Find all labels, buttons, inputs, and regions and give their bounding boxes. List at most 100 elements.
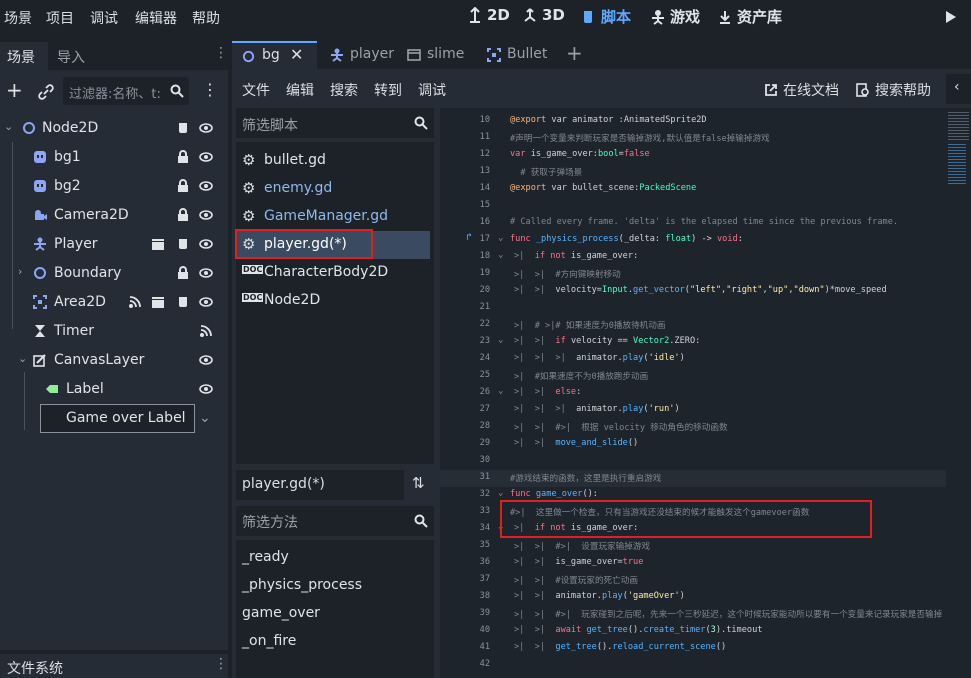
link-icon[interactable] <box>38 84 54 100</box>
assetlib-icon <box>720 10 730 24</box>
visibility-eye-icon[interactable] <box>199 121 213 135</box>
menu-debug[interactable]: 调试 <box>90 8 118 28</box>
sort-icon[interactable]: ⇅ <box>412 474 425 492</box>
rename-field[interactable]: Game over Label <box>40 404 195 433</box>
dock-menu-icon[interactable]: ⋮ <box>214 45 228 61</box>
script-item-enemy[interactable]: ⚙ enemy.gd <box>236 175 430 203</box>
clapperboard-icon[interactable] <box>151 295 165 309</box>
method-item[interactable]: game_over <box>242 605 320 621</box>
visibility-eye-icon[interactable] <box>199 208 213 222</box>
script-item-node2d[interactable]: DOC Node2D <box>236 287 430 315</box>
script-filter-input[interactable]: 筛选脚本 <box>236 108 434 138</box>
expand-arrow-icon[interactable]: › <box>18 265 22 278</box>
fold-arrow-icon[interactable]: ⌄ <box>498 335 503 345</box>
workspace-2d[interactable]: 2D <box>468 6 510 24</box>
method-item[interactable]: _physics_process <box>242 577 362 593</box>
lock-icon[interactable] <box>176 179 190 193</box>
toggle-panel-button[interactable]: ‹ <box>946 74 971 104</box>
collapse-arrow-icon[interactable]: ⌄ <box>18 352 27 365</box>
fold-arrow-icon[interactable]: ⌄ <box>498 250 503 260</box>
method-filter-placeholder: 筛选方法 <box>242 515 298 531</box>
visibility-eye-icon[interactable] <box>199 353 213 367</box>
tab-filesystem[interactable]: 文件系统 <box>7 658 63 678</box>
fold-arrow-icon[interactable]: ⌄ <box>498 386 503 396</box>
lock-icon[interactable] <box>176 208 190 222</box>
tree-node-timer[interactable]: Timer <box>0 317 224 346</box>
lock-icon[interactable] <box>176 150 190 164</box>
workspace-3d-label: 3D <box>542 6 565 24</box>
script-item-bullet[interactable]: ⚙ bullet.gd <box>236 147 430 175</box>
tree-node-game-over-label[interactable]: Game over Label ⌄ <box>0 404 224 433</box>
visibility-eye-icon[interactable] <box>199 266 213 280</box>
tree-node-player[interactable]: Player <box>0 230 224 259</box>
search-help-button[interactable]: 搜索帮助 <box>856 80 931 100</box>
signal-icon[interactable] <box>199 324 213 338</box>
script-item-gamemanager[interactable]: ⚙ GameManager.gd <box>236 203 430 231</box>
workspace-3d[interactable]: 3D <box>523 6 565 24</box>
line-number: 38 <box>479 591 490 601</box>
tree-node-bg2[interactable]: bg2 <box>0 172 224 201</box>
tab-bg[interactable]: bg ✕ <box>232 41 317 69</box>
tab-scene[interactable]: 场景 <box>0 42 48 70</box>
line-number: 19 <box>479 268 490 278</box>
menu-scene[interactable]: 场景 <box>4 8 32 28</box>
scene-options-icon[interactable]: ⋮ <box>202 80 218 99</box>
code-line-31: #游戏结束的函数，这里是执行重启游戏 <box>510 474 662 484</box>
method-filter-input[interactable]: 筛选方法 <box>236 506 434 536</box>
lock-icon[interactable] <box>176 266 190 280</box>
visibility-eye-icon[interactable] <box>199 150 213 164</box>
menu-project[interactable]: 项目 <box>46 8 74 28</box>
tab-label: bg <box>262 47 280 63</box>
script-menu-debug[interactable]: 调试 <box>418 80 446 100</box>
menu-editor[interactable]: 编辑器 <box>135 8 177 28</box>
line-number: 20 <box>479 285 490 295</box>
workspace-script[interactable]: 脚本 <box>582 6 631 27</box>
tree-node-canvaslayer[interactable]: ⌄ CanvasLayer <box>0 346 224 375</box>
play-icon[interactable] <box>945 10 957 24</box>
fold-arrow-icon[interactable]: ⌄ <box>498 233 503 243</box>
close-icon[interactable]: ✕ <box>290 45 303 64</box>
visibility-eye-icon[interactable] <box>199 382 213 396</box>
tree-node-bg1[interactable]: bg1 <box>0 143 224 172</box>
menu-help[interactable]: 帮助 <box>192 8 220 28</box>
add-tab-icon[interactable]: + <box>566 41 583 65</box>
method-item[interactable]: _ready <box>242 549 289 565</box>
fold-arrow-icon[interactable]: ⌄ <box>498 488 503 498</box>
add-node-icon[interactable]: + <box>6 78 23 102</box>
clapperboard-icon[interactable] <box>151 237 165 251</box>
workspace-assetlib[interactable]: 资产库 <box>718 6 782 27</box>
tab-slime[interactable]: slime <box>407 41 487 69</box>
camera2d-icon <box>35 210 47 220</box>
collapse-arrow-icon[interactable]: ⌄ <box>4 120 13 133</box>
script-item-characterbody2d[interactable]: DOC CharacterBody2D <box>236 259 430 287</box>
script-attached-icon[interactable] <box>176 295 190 309</box>
tree-node-label[interactable]: Label <box>0 375 224 404</box>
code-line-37: >| >| #设置玩家的死亡动画 <box>514 576 638 586</box>
visibility-eye-icon[interactable] <box>199 237 213 251</box>
tree-node-camera2d[interactable]: Camera2D <box>0 201 224 230</box>
tree-node-area2d[interactable]: Area2D <box>0 288 224 317</box>
node-filter-input[interactable]: 过滤器:名称、t: <box>63 77 189 105</box>
tab-bullet[interactable]: Bullet <box>487 41 567 69</box>
code-line-41: >| >| get_tree().reload_current_scene() <box>514 642 727 652</box>
code-minimap[interactable] <box>946 108 971 678</box>
visibility-eye-icon[interactable] <box>199 295 213 309</box>
script-menu-file[interactable]: 文件 <box>242 80 270 100</box>
visibility-eye-icon[interactable] <box>199 179 213 193</box>
online-docs-button[interactable]: 在线文档 <box>764 80 839 100</box>
workspace-game[interactable]: 游戏 <box>651 6 700 27</box>
method-item[interactable]: _on_fire <box>242 633 296 649</box>
tree-node-boundary[interactable]: › Boundary <box>0 259 224 288</box>
dock-menu-icon[interactable]: ⋮ <box>214 656 228 672</box>
tab-import[interactable]: 导入 <box>57 47 85 67</box>
script-menu-search[interactable]: 搜索 <box>330 80 358 100</box>
script-menu-goto[interactable]: 转到 <box>374 80 402 100</box>
script-attached-icon[interactable] <box>176 121 190 135</box>
chevron-down-icon[interactable]: ⌄ <box>199 410 211 426</box>
script-item-label: Node2D <box>264 292 321 308</box>
signal-icon[interactable] <box>128 295 142 309</box>
script-attached-icon[interactable] <box>176 237 190 251</box>
code-editor[interactable]: 10 11 12 13 14 15 16 17 18 19 20 21 22 2… <box>440 108 946 678</box>
script-menu-edit[interactable]: 编辑 <box>286 80 314 100</box>
tree-node-node2d[interactable]: ⌄ Node2D <box>0 114 224 143</box>
